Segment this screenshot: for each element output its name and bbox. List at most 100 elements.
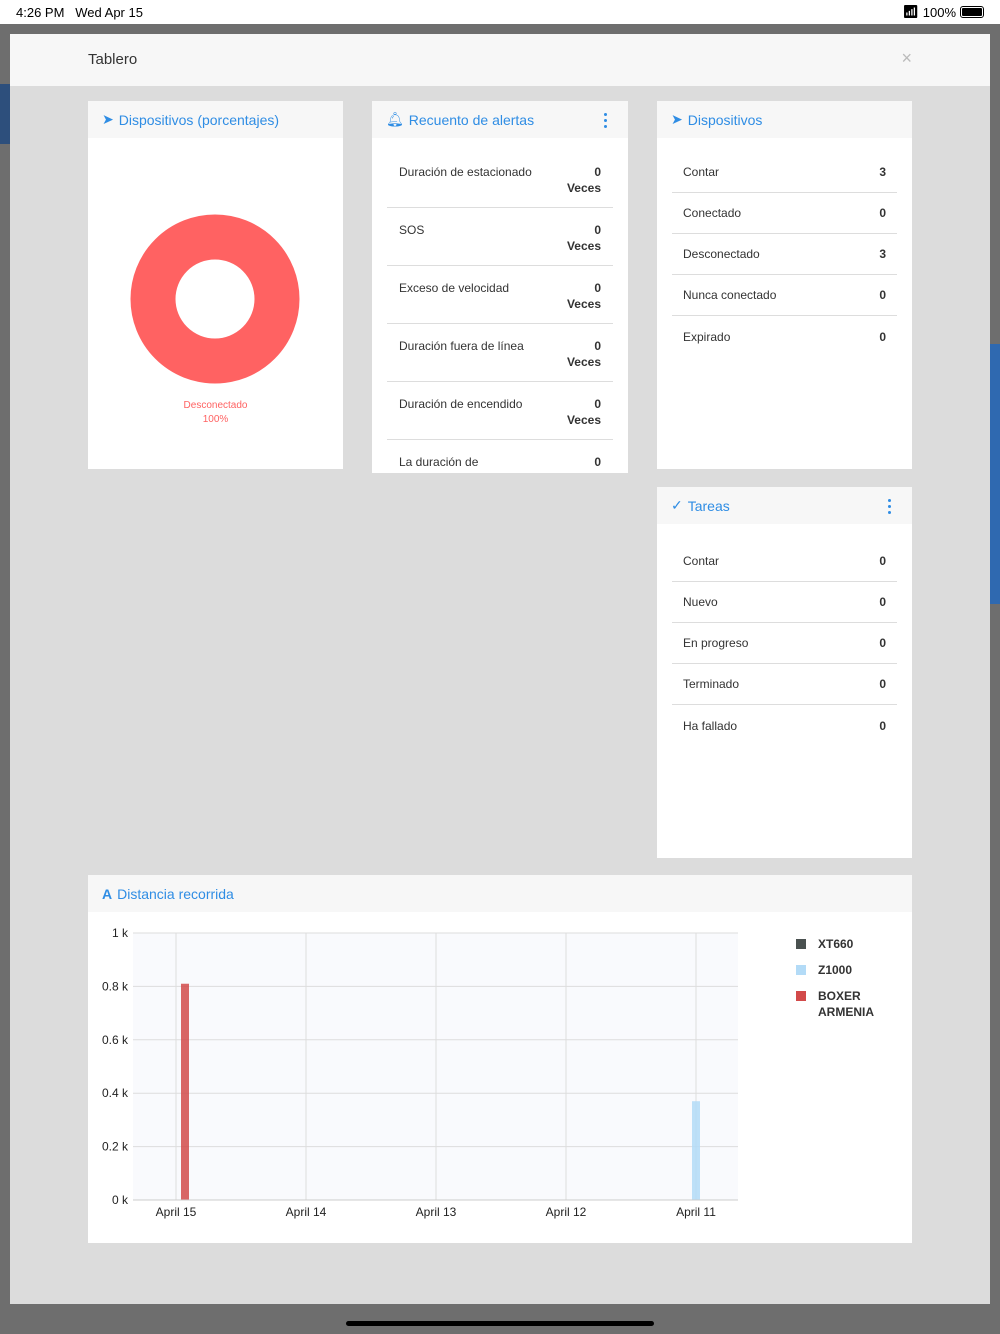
- alerts-card: 🔔︎ Recuento de alertas Duración de estaci…: [372, 101, 628, 473]
- item-value: 0: [594, 397, 601, 411]
- donut-percent: 100%: [202, 414, 229, 425]
- item-unit: Veces: [566, 413, 601, 427]
- card-title: Distancia recorrida: [117, 885, 234, 902]
- item-value: 3: [879, 165, 886, 179]
- list-item: Contar 3: [672, 152, 897, 193]
- item-value: 0: [594, 455, 601, 469]
- item-unit: Veces: [566, 239, 601, 253]
- item-unit: Veces: [566, 297, 601, 311]
- tasks-card: ✓ Tareas Contar 0 Nuevo 0 En progreso 0 Termina…: [657, 487, 912, 858]
- item-label: Ha fallado: [683, 718, 738, 733]
- y-tick-label: 0 k: [112, 1193, 129, 1207]
- item-label: Desconectado: [683, 247, 760, 261]
- dashboard-modal: Tablero × ➤ Dispositivos (porcentajes) De…: [10, 34, 990, 1304]
- item-value: 0: [594, 281, 601, 295]
- item-value: 0: [879, 329, 886, 344]
- legend-label[interactable]: XT660: [818, 937, 854, 951]
- item-label: Nunca conectado: [683, 288, 777, 302]
- card-title: Dispositivos (porcentajes): [118, 111, 280, 128]
- donut-label: Desconectado: [183, 400, 248, 411]
- item-value: 0: [594, 165, 601, 179]
- distance-card: A Distancia recorrida 0 k 0.2 k 0.4 k 0.6 k0…: [88, 875, 912, 1243]
- x-tick-label: April 15: [156, 1205, 197, 1219]
- legend-label[interactable]: Z1000: [818, 963, 852, 977]
- distance-bar-chart: 0 k 0.2 k 0.4 k 0.6 k 0.8 k 1 k April 15 April …: [102, 926, 874, 1219]
- close-button[interactable]: ×: [901, 48, 912, 69]
- devices-card: ➤ Dispositivos Contar 3 Conectado 0 Desconect…: [657, 101, 912, 469]
- item-value: 0: [879, 677, 886, 691]
- navigation-icon: ➤: [102, 111, 114, 127]
- item-unit: Veces: [566, 181, 601, 195]
- item-value: 3: [879, 247, 886, 261]
- card-title: Tareas: [687, 497, 730, 514]
- list-item: Ha fallado 0: [672, 705, 897, 746]
- navigation-icon: ➤: [671, 111, 683, 127]
- y-tick-label: 0.4 k: [102, 1086, 129, 1100]
- item-label: SOS: [399, 223, 425, 237]
- modal-title: Tablero: [88, 51, 138, 68]
- list-item: Expirado 0: [672, 316, 897, 357]
- item-label: Nuevo: [683, 595, 718, 609]
- item-label: Duración fuera de línea: [399, 339, 524, 353]
- list-item: Desconectado 3: [672, 234, 897, 275]
- bar-boxer-armenia[interactable]: [181, 983, 189, 1200]
- home-indicator[interactable]: [346, 1321, 654, 1326]
- status-bar: 4:26 PM Wed Apr 15 📶︎ 100%: [0, 0, 1000, 24]
- battery-icon: [960, 6, 984, 18]
- card-header: 🔔︎ Recuento de alertas: [372, 101, 628, 138]
- legend-swatch: [796, 991, 806, 1001]
- bell-icon: 🔔︎: [386, 111, 404, 127]
- list-item: Duración fuera de línea 0 Veces: [387, 324, 613, 382]
- list-item: SOS 0 Veces: [387, 208, 613, 266]
- legend-label[interactable]: ARMENIA: [818, 1005, 874, 1019]
- item-label: Contar: [683, 165, 720, 179]
- card-header: ✓ Tareas: [657, 487, 912, 524]
- bar-z1000[interactable]: [692, 1101, 700, 1200]
- item-label: Exceso de velocidad: [399, 281, 510, 295]
- card-header: ➤ Dispositivos: [657, 101, 912, 138]
- y-tick-label: 0.6 k: [102, 1033, 129, 1047]
- list-item: Duración de encendido 0 Veces: [387, 382, 613, 440]
- wifi-icon: 📶︎: [902, 4, 919, 19]
- item-unit: Veces: [566, 355, 601, 369]
- item-label: Expirado: [683, 329, 731, 344]
- check-icon: ✓: [671, 497, 683, 513]
- status-time: 4:26 PM Wed Apr 15: [16, 5, 143, 20]
- item-value: 0: [879, 718, 886, 733]
- item-label: En progreso: [683, 636, 749, 650]
- more-options-icon[interactable]: [888, 499, 892, 514]
- more-options-icon[interactable]: [604, 113, 608, 128]
- card-header: A Distancia recorrida: [88, 875, 912, 912]
- list-item: Duración de estacionado 0 Veces: [387, 150, 613, 208]
- list-item: Exceso de velocidad 0 Veces: [387, 266, 613, 324]
- list-item: Nunca conectado 0: [672, 275, 897, 316]
- item-label: Terminado: [683, 677, 740, 691]
- item-value: 0: [594, 339, 601, 353]
- item-value: 0: [594, 223, 601, 237]
- modal-header: Tablero ×: [10, 34, 990, 86]
- item-value: 0: [879, 595, 886, 609]
- item-label: Contar: [683, 554, 720, 568]
- legend-swatch: [796, 939, 806, 949]
- y-tick-label: 0.8 k: [102, 979, 129, 993]
- item-label: Duración de estacionado: [399, 165, 532, 179]
- y-tick-label: 1 k: [112, 926, 129, 940]
- battery-percent: 100%: [922, 4, 956, 20]
- x-tick-label: April 13: [416, 1205, 457, 1219]
- road-icon: A: [102, 885, 113, 902]
- list-item: La duración de 0: [387, 440, 613, 473]
- donut-slice-desconectado[interactable]: [130, 214, 300, 384]
- x-tick-label: April 14: [286, 1205, 327, 1219]
- devices-percent-card: ➤ Dispositivos (porcentajes) Desconectado…: [88, 101, 343, 469]
- legend-swatch: [796, 965, 806, 975]
- card-title: Dispositivos: [687, 111, 763, 128]
- y-tick-label: 0.2 k: [102, 1140, 129, 1154]
- item-value: 0: [879, 288, 886, 302]
- item-value: 0: [879, 636, 886, 650]
- list-item: Contar 0: [672, 541, 897, 582]
- item-label: Duración de encendido: [399, 397, 523, 411]
- x-tick-label: April 12: [546, 1205, 587, 1219]
- item-value: 0: [879, 206, 886, 220]
- card-header: ➤ Dispositivos (porcentajes): [88, 101, 343, 138]
- legend-label[interactable]: BOXER: [818, 989, 861, 1003]
